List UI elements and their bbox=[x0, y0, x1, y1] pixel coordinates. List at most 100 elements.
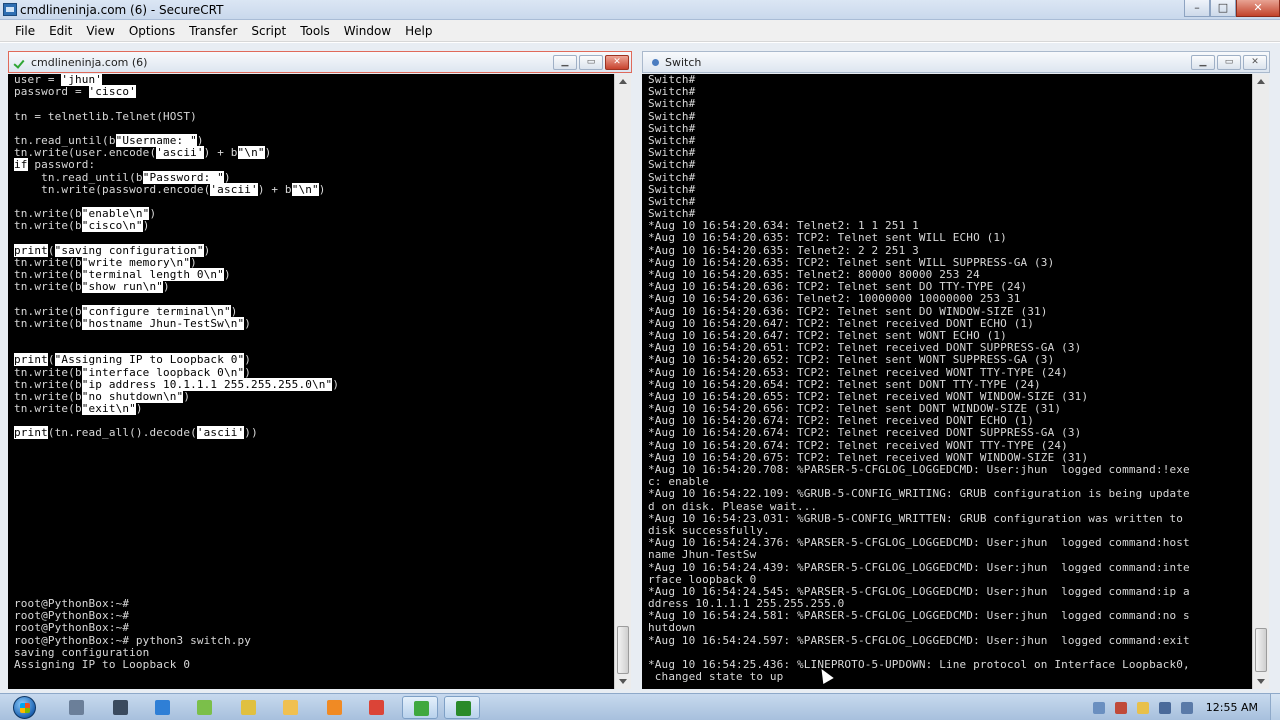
show-desktop-button[interactable] bbox=[1270, 694, 1280, 720]
session-title-bar[interactable]: cmdlineninja.com (6) ▁ ▭ ✕ bbox=[8, 51, 632, 73]
terminal-text: tn.write(password.encode( bbox=[14, 182, 211, 196]
terminal-output[interactable]: Switch# Switch# Switch# Switch# Switch# Switc… bbox=[642, 74, 1252, 689]
highlighted-text: 'ascii' bbox=[210, 182, 258, 196]
close-button[interactable]: ✕ bbox=[1236, 0, 1280, 17]
menu-window[interactable]: Window bbox=[337, 24, 398, 38]
session-title: Switch bbox=[665, 56, 702, 69]
taskbar-folder-button[interactable] bbox=[272, 696, 308, 719]
menu-help[interactable]: Help bbox=[398, 24, 439, 38]
menu-edit[interactable]: Edit bbox=[42, 24, 79, 38]
highlighted-text: "Username: " bbox=[115, 133, 197, 147]
menu-tools[interactable]: Tools bbox=[293, 24, 337, 38]
terminal-text: *Aug 10 16:54:20.654: TCP2: Telnet sent … bbox=[648, 377, 1041, 391]
highlighted-text: 'jhun' bbox=[61, 74, 103, 86]
terminal-text: Switch# bbox=[648, 85, 696, 99]
vertical-scrollbar[interactable] bbox=[1252, 74, 1269, 689]
terminal-text: ) bbox=[135, 402, 143, 416]
taskbar-notepad-button[interactable] bbox=[186, 696, 222, 719]
menu-transfer[interactable]: Transfer bbox=[182, 24, 244, 38]
terminal-text: tn.read_until(b bbox=[14, 133, 116, 147]
menu-script[interactable]: Script bbox=[244, 24, 293, 38]
tray-flag-icon[interactable] bbox=[1136, 701, 1149, 714]
session-title-bar[interactable]: Switch ▁ ▭ ✕ bbox=[642, 51, 1270, 73]
terminal-line: Switch# bbox=[642, 159, 1252, 171]
terminal-output[interactable]: user = 'jhun' password = 'cisco' tn = teln… bbox=[8, 74, 614, 689]
terminal-text: tn.write(b bbox=[14, 402, 82, 416]
taskbar-windows-explorer-button[interactable] bbox=[58, 696, 94, 719]
session-window-controls: ▁ ▭ ✕ bbox=[553, 55, 629, 70]
terminal-text: ) + b bbox=[203, 146, 238, 160]
minimize-button[interactable]: – bbox=[1184, 0, 1210, 17]
terminal-text: *Aug 10 16:54:24.545: %PARSER-5-CFGLOG_L… bbox=[648, 584, 1190, 598]
highlighted-text: "hostname Jhun-TestSw\n" bbox=[81, 316, 245, 330]
terminal-line: Switch# bbox=[642, 147, 1252, 159]
session-minimize-button[interactable]: ▁ bbox=[1191, 55, 1215, 70]
maximize-button[interactable]: □ bbox=[1210, 0, 1236, 17]
session-window-controls: ▁ ▭ ✕ bbox=[1191, 55, 1267, 70]
session-minimize-button[interactable]: ▁ bbox=[553, 55, 577, 70]
terminal-line: Switch# bbox=[642, 74, 1252, 86]
terminal-text: user = bbox=[14, 74, 62, 86]
tray-arrow-icon[interactable] bbox=[1092, 701, 1105, 714]
system-tray: 12:55 AM bbox=[1088, 694, 1280, 720]
tray-antivirus-icon[interactable] bbox=[1114, 701, 1127, 714]
terminal-text: *Aug 10 16:54:20.708: %PARSER-5-CFGLOG_L… bbox=[648, 463, 1190, 476]
terminal-text: root@PythonBox:~# bbox=[14, 621, 130, 635]
terminal-text: tn.write(b bbox=[14, 280, 82, 294]
terminal-text: password = bbox=[14, 85, 89, 99]
scroll-down-arrow-icon[interactable] bbox=[1257, 679, 1265, 684]
scroll-up-arrow-icon[interactable] bbox=[1257, 79, 1265, 84]
taskbar-securecrt-button[interactable] bbox=[102, 696, 138, 719]
camtasia-icon bbox=[414, 701, 429, 716]
terminal-text: *Aug 10 16:54:24.597: %PARSER-5-CFGLOG_L… bbox=[648, 633, 1190, 647]
vertical-scrollbar[interactable] bbox=[614, 74, 631, 689]
terminal-text: password: bbox=[27, 158, 96, 172]
menu-view[interactable]: View bbox=[79, 24, 121, 38]
terminal-text: *Aug 10 16:54:24.581: %PARSER-5-CFGLOG_L… bbox=[648, 609, 1190, 623]
terminal-line: Switch# bbox=[642, 122, 1252, 135]
taskbar-terminal-button[interactable] bbox=[444, 696, 480, 719]
terminal-text: ) bbox=[190, 255, 197, 269]
taskbar: 12:55 AM bbox=[0, 693, 1280, 720]
taskbar-feather-button[interactable] bbox=[144, 696, 180, 719]
terminal-line: tn.write(b"interface loopback 0\n") bbox=[8, 365, 614, 379]
scrollbar-thumb[interactable] bbox=[1255, 628, 1267, 672]
highlighted-text: "write memory\n" bbox=[81, 255, 191, 269]
tray-network-icon[interactable] bbox=[1158, 701, 1171, 714]
scroll-up-arrow-icon[interactable] bbox=[619, 79, 627, 84]
session-maximize-button[interactable]: ▭ bbox=[1217, 55, 1241, 70]
notepad-icon bbox=[197, 700, 212, 715]
menu-options[interactable]: Options bbox=[122, 24, 182, 38]
highlighted-text: "show run\n" bbox=[81, 280, 164, 294]
window-controls: – □ ✕ bbox=[1184, 0, 1280, 18]
terminal-text: Switch# bbox=[648, 170, 696, 184]
terminal-text: Switch# bbox=[648, 158, 696, 172]
session-maximize-button[interactable]: ▭ bbox=[579, 55, 603, 70]
taskbar-camtasia-button[interactable] bbox=[402, 696, 438, 719]
securecrt-icon bbox=[113, 700, 128, 715]
session-close-button[interactable]: ✕ bbox=[1243, 55, 1267, 70]
terminal-line: Switch# bbox=[642, 170, 1252, 184]
menu-file[interactable]: File bbox=[8, 24, 42, 38]
scrollbar-thumb[interactable] bbox=[617, 626, 629, 674]
session-title: cmdlineninja.com (6) bbox=[31, 56, 148, 69]
terminal-text: *Aug 10 16:54:22.109: %GRUB-5-CONFIG_WRI… bbox=[648, 487, 1190, 501]
tray-volume-icon[interactable] bbox=[1180, 701, 1193, 714]
terminal-text: tn.write(b bbox=[14, 219, 82, 233]
taskbar-clock[interactable]: 12:55 AM bbox=[1198, 701, 1270, 714]
taskbar-media-player-button[interactable] bbox=[316, 696, 352, 719]
terminal-text: (tn.read_all().decode( bbox=[47, 426, 197, 440]
taskbar-chrome-button[interactable] bbox=[358, 696, 394, 719]
terminal-text: *Aug 10 16:54:24.439: %PARSER-5-CFGLOG_L… bbox=[648, 560, 1190, 574]
start-button[interactable] bbox=[6, 694, 44, 720]
terminal-line: Switch# bbox=[642, 86, 1252, 98]
taskbar-vmware-button[interactable] bbox=[230, 696, 266, 719]
session-close-button[interactable]: ✕ bbox=[605, 55, 629, 70]
scroll-down-arrow-icon[interactable] bbox=[619, 679, 627, 684]
